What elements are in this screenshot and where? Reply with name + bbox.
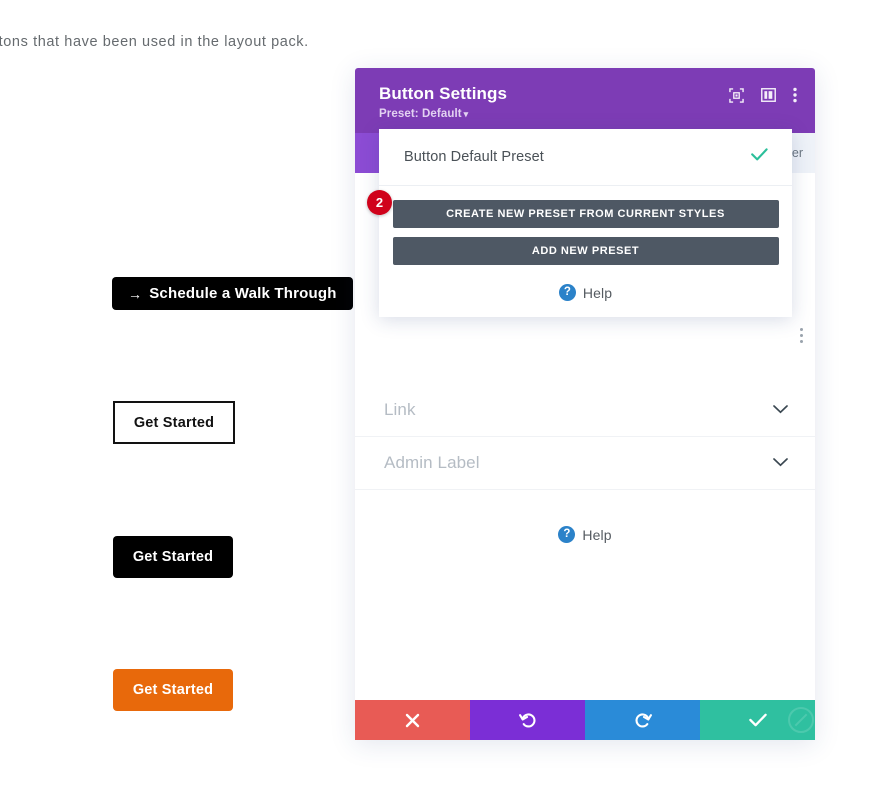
- chevron-down-icon: ▾: [463, 109, 469, 119]
- modal-header: Button Settings Preset: Default ▾: [355, 68, 815, 133]
- save-watermark-icon: [788, 707, 814, 733]
- modal-header-icons: [729, 87, 797, 108]
- schedule-walk-through-label: Schedule a Walk Through: [149, 285, 337, 302]
- undo-button[interactable]: [470, 700, 585, 740]
- cancel-button[interactable]: [355, 700, 470, 740]
- get-started-orange-button[interactable]: Get Started: [113, 669, 233, 711]
- add-new-preset-button[interactable]: ADD NEW PRESET: [392, 237, 779, 265]
- dot: [800, 328, 803, 331]
- preset-selector-label: Preset: Default: [379, 108, 462, 120]
- button-settings-modal: Button Settings Preset: Default ▾ er Lin…: [355, 68, 815, 740]
- get-started-orange-label: Get Started: [132, 682, 214, 698]
- undo-icon: [518, 713, 535, 728]
- question-mark-icon: ?: [558, 284, 576, 301]
- arrow-right-icon: →: [128, 285, 143, 302]
- annotation-badge-2: 2: [367, 190, 392, 215]
- save-button[interactable]: [700, 700, 815, 740]
- dropdown-help-row: ? Help: [379, 284, 792, 301]
- screenshot-root: ttons that have been used in the layout …: [0, 0, 880, 796]
- create-new-preset-button[interactable]: CREATE NEW PRESET FROM CURRENT STYLES: [392, 200, 779, 228]
- get-started-black-label: Get Started: [132, 549, 214, 565]
- accordion-link[interactable]: Link: [355, 384, 815, 437]
- check-icon: [751, 148, 768, 166]
- schedule-walk-through-button[interactable]: → Schedule a Walk Through: [112, 277, 353, 310]
- panel-layout-icon[interactable]: [761, 88, 776, 107]
- focus-target-icon[interactable]: [729, 87, 744, 108]
- chevron-down-icon: [773, 454, 788, 472]
- redo-icon: [635, 713, 652, 728]
- modal-help-row: ? Help: [355, 526, 815, 543]
- get-started-outline-label: Get Started: [133, 414, 215, 431]
- page-intro-text: ttons that have been used in the layout …: [0, 34, 309, 50]
- accordion-admin-label[interactable]: Admin Label: [355, 437, 815, 490]
- dropdown-help-link[interactable]: ? Help: [558, 284, 613, 301]
- dropdown-help-label: Help: [582, 284, 613, 301]
- help-label: Help: [582, 526, 612, 543]
- modal-footer: [355, 700, 815, 740]
- preset-item-button-default[interactable]: Button Default Preset: [379, 129, 792, 186]
- preset-dropdown: Button Default Preset 2 CREATE NEW PRESE…: [367, 129, 792, 317]
- preset-selector[interactable]: Preset: Default ▾: [379, 108, 795, 120]
- row-options-icon[interactable]: [800, 328, 803, 343]
- accordion-admin-label-label: Admin Label: [384, 453, 480, 472]
- chevron-down-icon: [773, 401, 788, 419]
- preset-item-label: Button Default Preset: [404, 149, 544, 165]
- dot: [800, 334, 803, 337]
- help-link[interactable]: ? Help: [558, 526, 611, 543]
- question-mark-icon: ?: [558, 526, 576, 543]
- close-icon: [405, 713, 420, 727]
- get-started-outline-button[interactable]: Get Started: [113, 401, 235, 444]
- more-options-icon[interactable]: [793, 87, 797, 108]
- check-icon: [748, 713, 767, 727]
- accordion-link-label: Link: [384, 400, 416, 419]
- redo-button[interactable]: [585, 700, 700, 740]
- get-started-black-button[interactable]: Get Started: [113, 536, 233, 578]
- dot: [800, 340, 803, 343]
